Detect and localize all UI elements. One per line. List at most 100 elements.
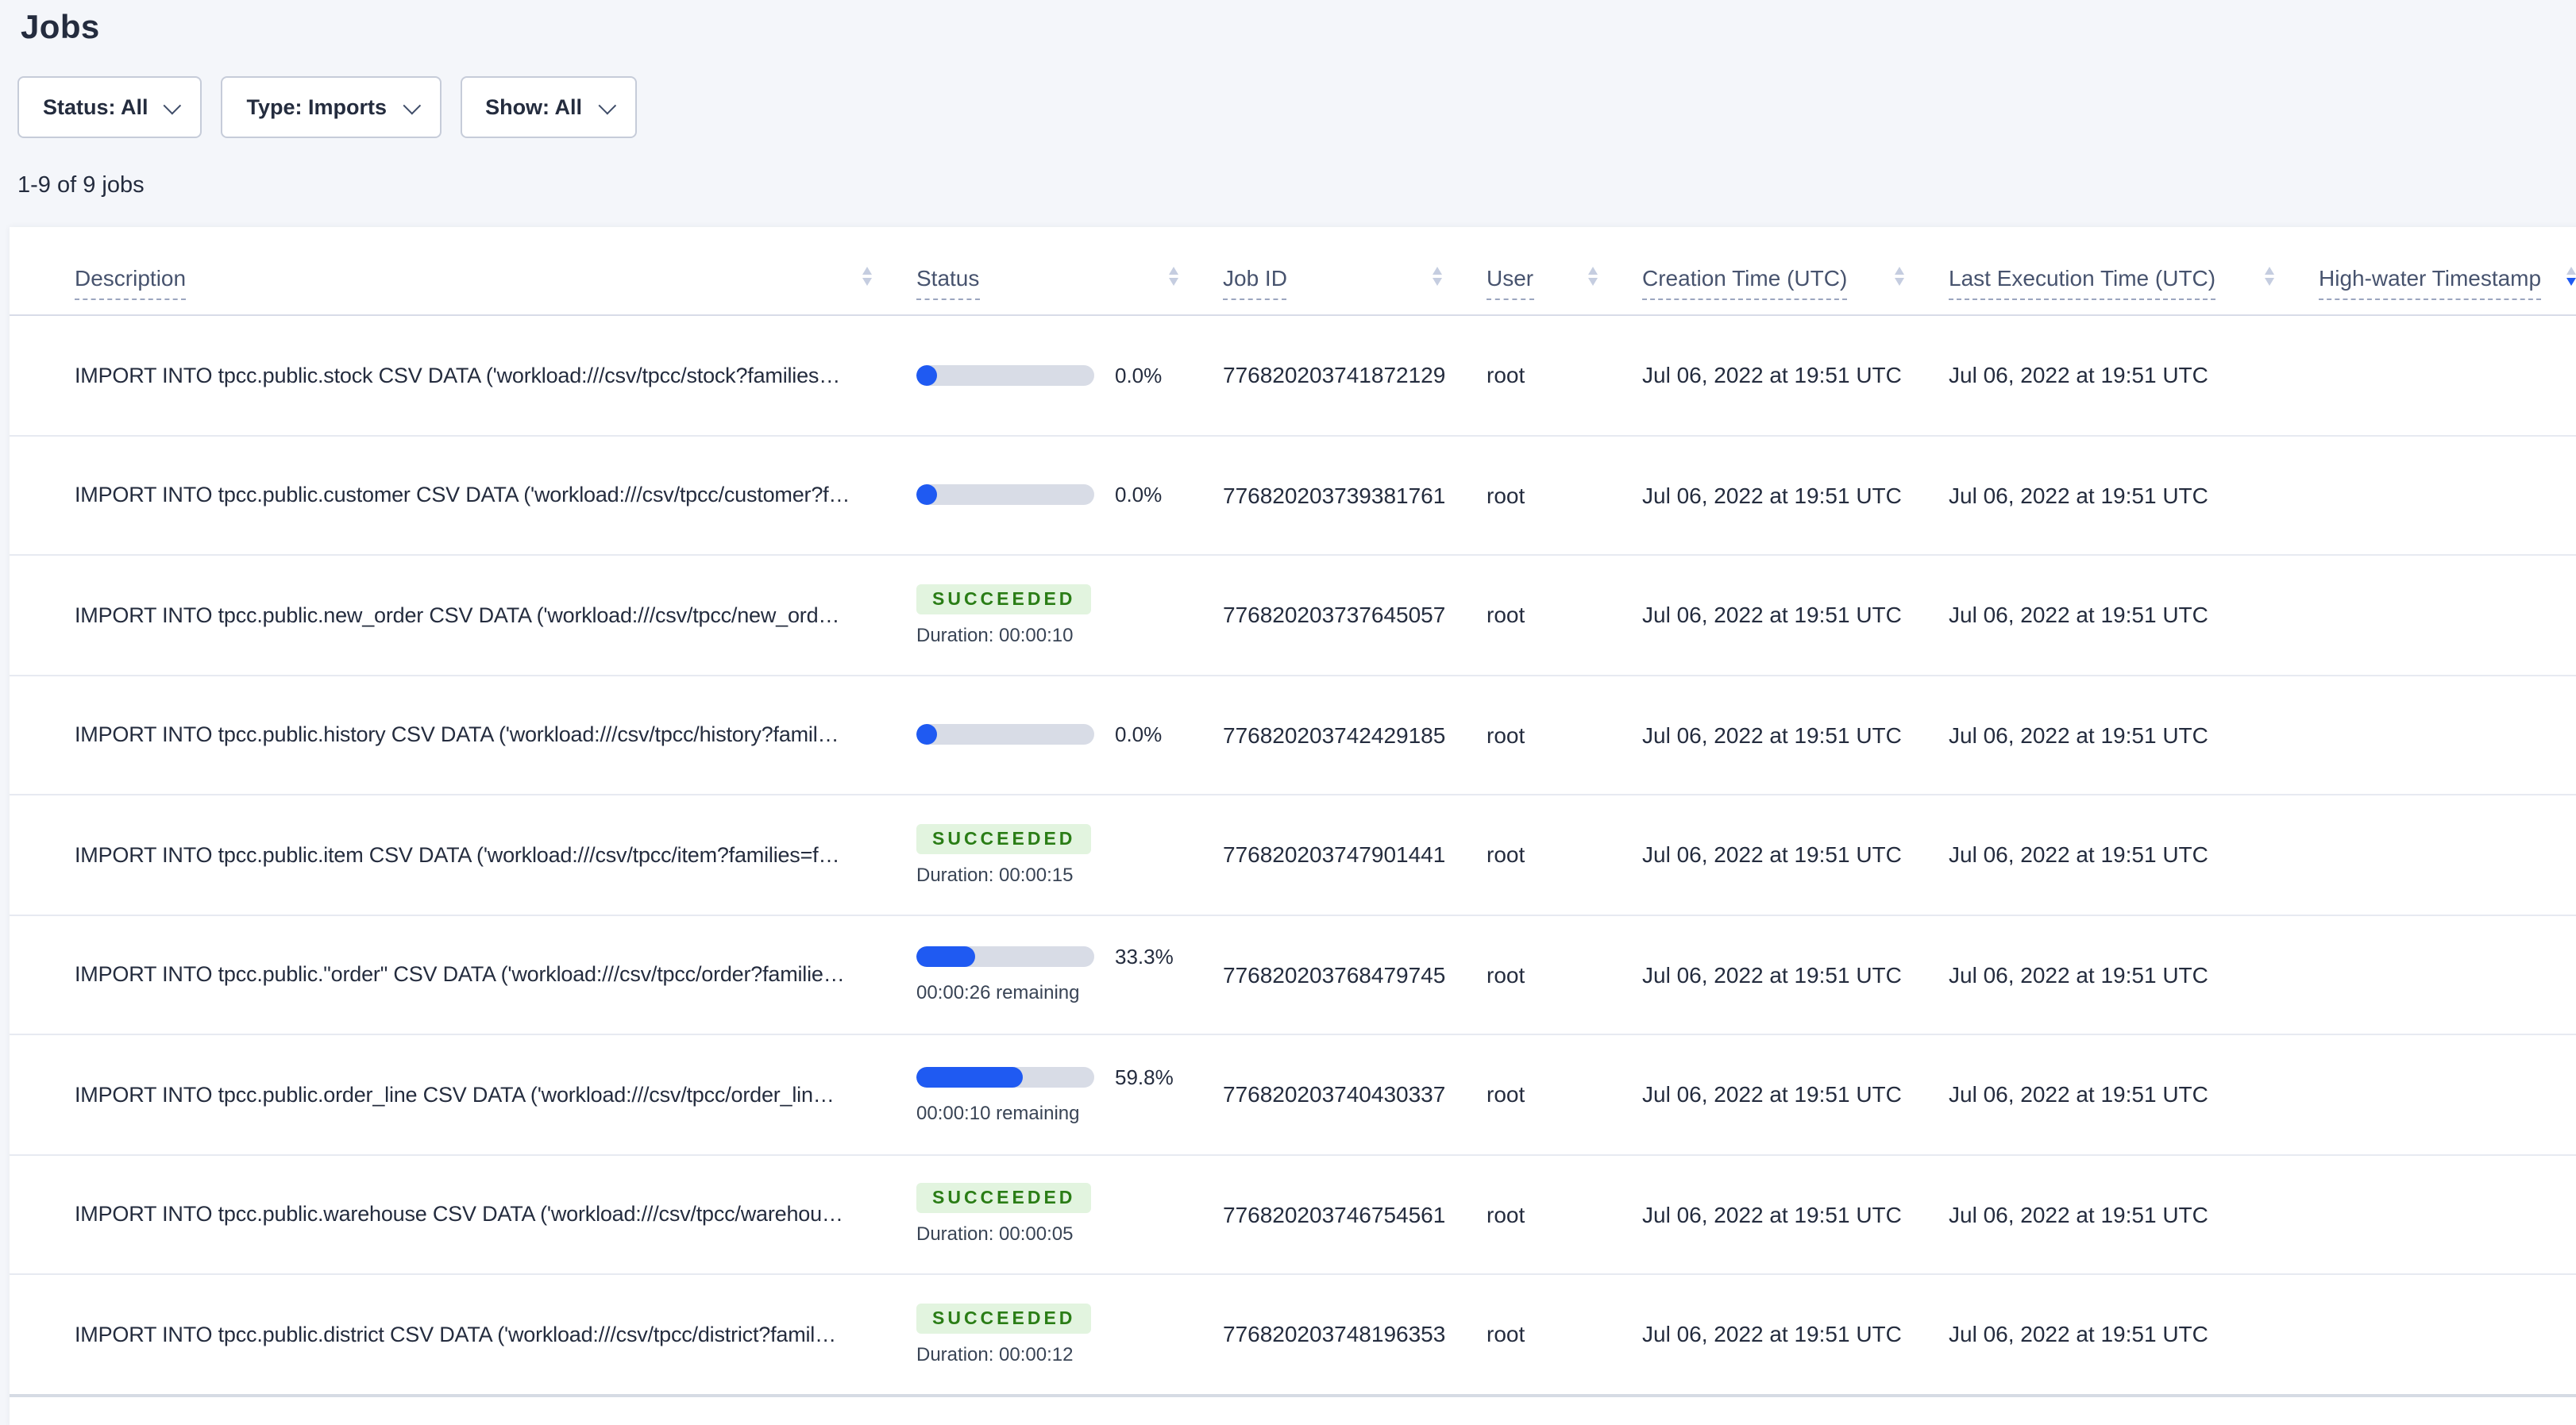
job-duration: Duration: 00:00:12 (916, 1342, 1074, 1365)
progress-bar (916, 364, 1094, 386)
table-row[interactable]: IMPORT INTO tpcc.public.customer CSV DAT… (10, 434, 2576, 554)
column-header[interactable]: Status (916, 265, 1223, 314)
sort-arrow-down-icon (1433, 278, 1442, 286)
chevron-down-icon (402, 95, 421, 114)
progress-fill (916, 364, 937, 386)
status-filter-dropdown[interactable]: Status: All (17, 76, 202, 138)
job-description[interactable]: IMPORT INTO tpcc.public.stock CSV DATA (… (75, 364, 916, 387)
filter-bar: Status: All Type: Imports Show: All (17, 76, 637, 138)
creation-time: Jul 06, 2022 at 19:51 UTC (1642, 961, 1902, 988)
column-header[interactable]: Creation Time (UTC) (1642, 265, 1949, 314)
table-row[interactable]: IMPORT INTO tpcc.public.district CSV DAT… (10, 1273, 2576, 1393)
sort-arrow-up-icon (862, 266, 872, 274)
last-execution-time: Jul 06, 2022 at 19:51 UTC (1949, 602, 2208, 628)
progress-percent: 59.8% (1115, 1065, 1174, 1089)
job-status-cell: SUCCEEDED Duration: 00:00:12 (916, 1303, 1223, 1365)
chevron-down-icon (597, 95, 616, 114)
table-row[interactable]: IMPORT INTO tpcc.public.stock CSV DATA (… (10, 316, 2576, 434)
sort-arrow-down-icon (2265, 278, 2274, 286)
job-duration: Duration: 00:00:15 (916, 863, 1074, 886)
column-header-label: Status (916, 265, 980, 300)
status-badge: SUCCEEDED (916, 823, 1092, 854)
table-row[interactable]: IMPORT INTO tpcc.public.new_order CSV DA… (10, 554, 2576, 674)
sort-arrow-up-icon (2566, 266, 2576, 274)
time-remaining: 00:00:26 remaining (916, 981, 1080, 1004)
job-user: root (1487, 1081, 1525, 1107)
job-description[interactable]: IMPORT INTO tpcc.public.item CSV DATA ('… (75, 843, 916, 867)
sort-arrow-down-icon (2566, 278, 2576, 286)
job-id: 776820203740430337 (1223, 1081, 1446, 1107)
column-header[interactable]: High-water Timestamp (2319, 265, 2576, 314)
sort-arrow-up-icon (1895, 266, 1904, 274)
table-row[interactable]: IMPORT INTO tpcc.public.warehouse CSV DA… (10, 1153, 2576, 1273)
status-badge: SUCCEEDED (916, 1303, 1092, 1334)
sort-arrow-down-icon (1169, 278, 1178, 286)
last-execution-time: Jul 06, 2022 at 19:51 UTC (1949, 1321, 2208, 1347)
creation-time: Jul 06, 2022 at 19:51 UTC (1642, 722, 1902, 748)
job-description[interactable]: IMPORT INTO tpcc.public.customer CSV DAT… (75, 483, 916, 507)
sort-arrow-down-icon (1895, 278, 1904, 286)
progress-percent: 0.0% (1115, 722, 1163, 747)
column-header[interactable]: User (1487, 265, 1642, 314)
last-execution-time: Jul 06, 2022 at 19:51 UTC (1949, 842, 2208, 868)
sort-arrows (862, 266, 872, 286)
last-execution-time: Jul 06, 2022 at 19:51 UTC (1949, 1201, 2208, 1227)
last-execution-time: Jul 06, 2022 at 19:51 UTC (1949, 961, 2208, 988)
job-id: 776820203768479745 (1223, 961, 1446, 988)
job-user: root (1487, 1321, 1525, 1347)
job-id: 776820203742429185 (1223, 722, 1446, 748)
job-status-cell: 59.8% 00:00:10 remaining (916, 1065, 1223, 1124)
page-title: Jobs (21, 10, 100, 46)
creation-time: Jul 06, 2022 at 19:51 UTC (1642, 362, 1902, 388)
table-row[interactable]: IMPORT INTO tpcc.public.history CSV DATA… (10, 674, 2576, 794)
job-description[interactable]: IMPORT INTO tpcc.public.new_order CSV DA… (75, 603, 916, 627)
job-duration: Duration: 00:00:10 (916, 623, 1074, 646)
progress-fill (916, 724, 937, 745)
sort-arrow-up-icon (2265, 266, 2274, 274)
job-description[interactable]: IMPORT INTO tpcc.public.order_line CSV D… (75, 1083, 916, 1107)
sort-arrow-up-icon (1169, 266, 1178, 274)
progress-fill (916, 484, 937, 506)
status-badge: SUCCEEDED (916, 1183, 1092, 1214)
column-header[interactable]: Last Execution Time (UTC) (1949, 265, 2319, 314)
creation-time: Jul 06, 2022 at 19:51 UTC (1642, 1321, 1902, 1347)
progress-percent: 0.0% (1115, 483, 1163, 507)
job-duration: Duration: 00:00:05 (916, 1223, 1074, 1246)
jobs-page: Jobs Status: All Type: Imports Show: All… (0, 0, 2576, 1425)
column-header[interactable]: Job ID (1223, 265, 1487, 314)
progress-bar (916, 724, 1094, 745)
job-user: root (1487, 602, 1525, 628)
creation-time: Jul 06, 2022 at 19:51 UTC (1642, 1201, 1902, 1227)
chevron-down-icon (164, 95, 182, 114)
sort-arrows (1169, 266, 1178, 286)
progress-fill (916, 1066, 1023, 1088)
sort-arrow-down-icon (1588, 278, 1598, 286)
job-id: 776820203747901441 (1223, 842, 1446, 868)
job-description[interactable]: IMPORT INTO tpcc.public.warehouse CSV DA… (75, 1203, 916, 1227)
column-header-label: Creation Time (UTC) (1642, 265, 1848, 300)
job-description[interactable]: IMPORT INTO tpcc.public.history CSV DATA… (75, 723, 916, 747)
sort-arrows (2265, 266, 2274, 286)
column-header-label: Job ID (1223, 265, 1287, 300)
table-header: Description Status Job ID User Creation … (10, 227, 2576, 316)
job-description[interactable]: IMPORT INTO tpcc.public."order" CSV DATA… (75, 963, 916, 987)
sort-arrows (1433, 266, 1442, 286)
sort-arrow-down-icon (862, 278, 872, 286)
column-header-label: Last Execution Time (UTC) (1949, 265, 2216, 300)
job-id: 776820203741872129 (1223, 362, 1446, 388)
column-header-label: User (1487, 265, 1534, 300)
job-status-cell: SUCCEEDED Duration: 00:00:10 (916, 583, 1223, 646)
job-user: root (1487, 722, 1525, 748)
table-row[interactable]: IMPORT INTO tpcc.public.item CSV DATA ('… (10, 794, 2576, 914)
last-execution-time: Jul 06, 2022 at 19:51 UTC (1949, 722, 2208, 748)
job-id: 776820203737645057 (1223, 602, 1446, 628)
column-header[interactable]: Description (75, 265, 916, 314)
job-status-cell: 33.3% 00:00:26 remaining (916, 946, 1223, 1004)
table-row[interactable]: IMPORT INTO tpcc.public.order_line CSV D… (10, 1034, 2576, 1153)
type-filter-label: Type: Imports (246, 95, 388, 119)
show-filter-dropdown[interactable]: Show: All (460, 76, 637, 138)
table-row[interactable]: IMPORT INTO tpcc.public."order" CSV DATA… (10, 914, 2576, 1034)
type-filter-dropdown[interactable]: Type: Imports (221, 76, 442, 138)
job-description[interactable]: IMPORT INTO tpcc.public.district CSV DAT… (75, 1323, 916, 1346)
sort-arrow-up-icon (1588, 266, 1598, 274)
